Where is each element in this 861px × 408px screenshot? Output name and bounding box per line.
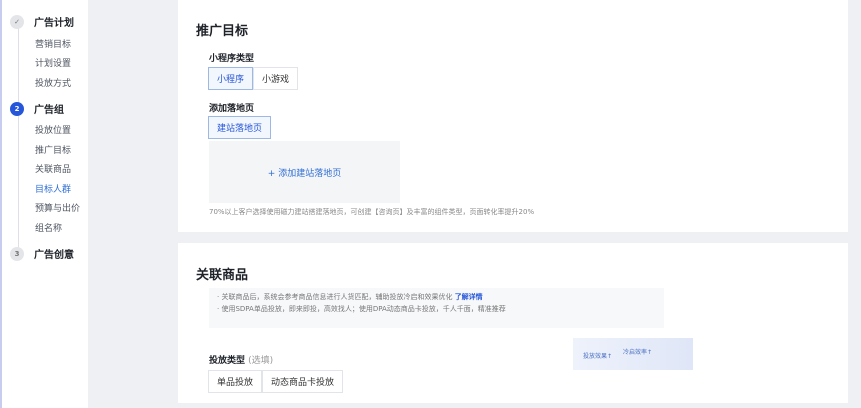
- step-number: 2: [10, 101, 24, 116]
- step-plan[interactable]: ✓ 广告计划: [10, 14, 74, 29]
- add-landing-button[interactable]: + 添加建站落地页: [209, 141, 400, 203]
- step-number: 3: [10, 246, 24, 261]
- option-dynamic-card[interactable]: 动态商品卡投放: [262, 370, 344, 393]
- sidebar-item-group-name[interactable]: 组名称: [35, 221, 62, 234]
- check-icon: ✓: [10, 14, 24, 29]
- illus-text: 冷启效率↑: [623, 349, 653, 356]
- mini-type-label: 小程序类型: [209, 54, 255, 64]
- option-mini-game[interactable]: 小游戏: [253, 67, 299, 90]
- tab-site-landing[interactable]: 建站落地页: [208, 116, 272, 139]
- sidebar: ✓ 广告计划 营销目标 计划设置 投放方式 2 广告组 投放位置 推广目标 关联商品…: [0, 0, 88, 408]
- learn-more-link[interactable]: 了解详情: [455, 293, 483, 301]
- sidebar-item-products[interactable]: 关联商品: [35, 162, 71, 175]
- landing-tabs: 建站落地页: [208, 116, 272, 139]
- step-group[interactable]: 2 广告组: [10, 101, 64, 116]
- products-info: · 关联商品后，系统会参考商品信息进行人货匹配，辅助投放冷启和效果优化 了解详情…: [209, 288, 693, 370]
- optional-text: (选填): [248, 356, 274, 366]
- illus-text: 投放效果↑: [583, 353, 613, 360]
- sidebar-item-budget[interactable]: 预算与出价: [35, 201, 80, 214]
- step-label: 广告计划: [34, 18, 74, 29]
- option-single-product[interactable]: 单品投放: [208, 370, 263, 393]
- section-title: 推广目标: [196, 24, 249, 39]
- option-mini-program[interactable]: 小程序: [208, 67, 254, 90]
- label-text: 投放类型: [209, 356, 246, 366]
- landing-hint: 70%以上客户选择使用磁力建站搭建落地页，可创建【咨询页】及丰富的组件类型，页面…: [209, 208, 535, 216]
- section-title: 关联商品: [196, 268, 249, 283]
- step-creative[interactable]: 3 广告创意: [10, 246, 74, 261]
- products-card: 关联商品 · 关联商品后，系统会参考商品信息进行人货匹配，辅助投放冷启和效果优化…: [178, 243, 848, 403]
- step-label: 广告创意: [34, 250, 74, 261]
- delivery-type-label: 投放类型 (选填): [209, 353, 273, 366]
- info-line: · 使用SDPA单品投放，即来即投，高效找人；使用DPA动态商品卡投放，千人千面…: [217, 305, 506, 313]
- step-line: [18, 28, 19, 248]
- step-label: 广告组: [34, 105, 64, 116]
- illustration: 投放效果↑ 冷启效率↑: [573, 338, 693, 370]
- mini-type-selector: 小程序 小游戏: [208, 67, 299, 90]
- info-line: · 关联商品后，系统会参考商品信息进行人货匹配，辅助投放冷启和效果优化: [217, 293, 453, 301]
- delivery-type-selector: 单品投放 动态商品卡投放: [208, 370, 344, 393]
- sidebar-item-marketing-goal[interactable]: 营销目标: [35, 37, 71, 50]
- landing-label: 添加落地页: [209, 104, 255, 114]
- promo-goal-card: 推广目标 小程序类型 小程序 小游戏 添加落地页 建站落地页 + 添加建站落地页…: [178, 0, 848, 232]
- sidebar-item-delivery-method[interactable]: 投放方式: [35, 76, 71, 89]
- sidebar-item-placement[interactable]: 投放位置: [35, 123, 71, 136]
- sidebar-item-audience[interactable]: 目标人群: [35, 182, 71, 195]
- sidebar-item-plan-settings[interactable]: 计划设置: [35, 56, 71, 69]
- sidebar-item-promo-goal[interactable]: 推广目标: [35, 143, 71, 156]
